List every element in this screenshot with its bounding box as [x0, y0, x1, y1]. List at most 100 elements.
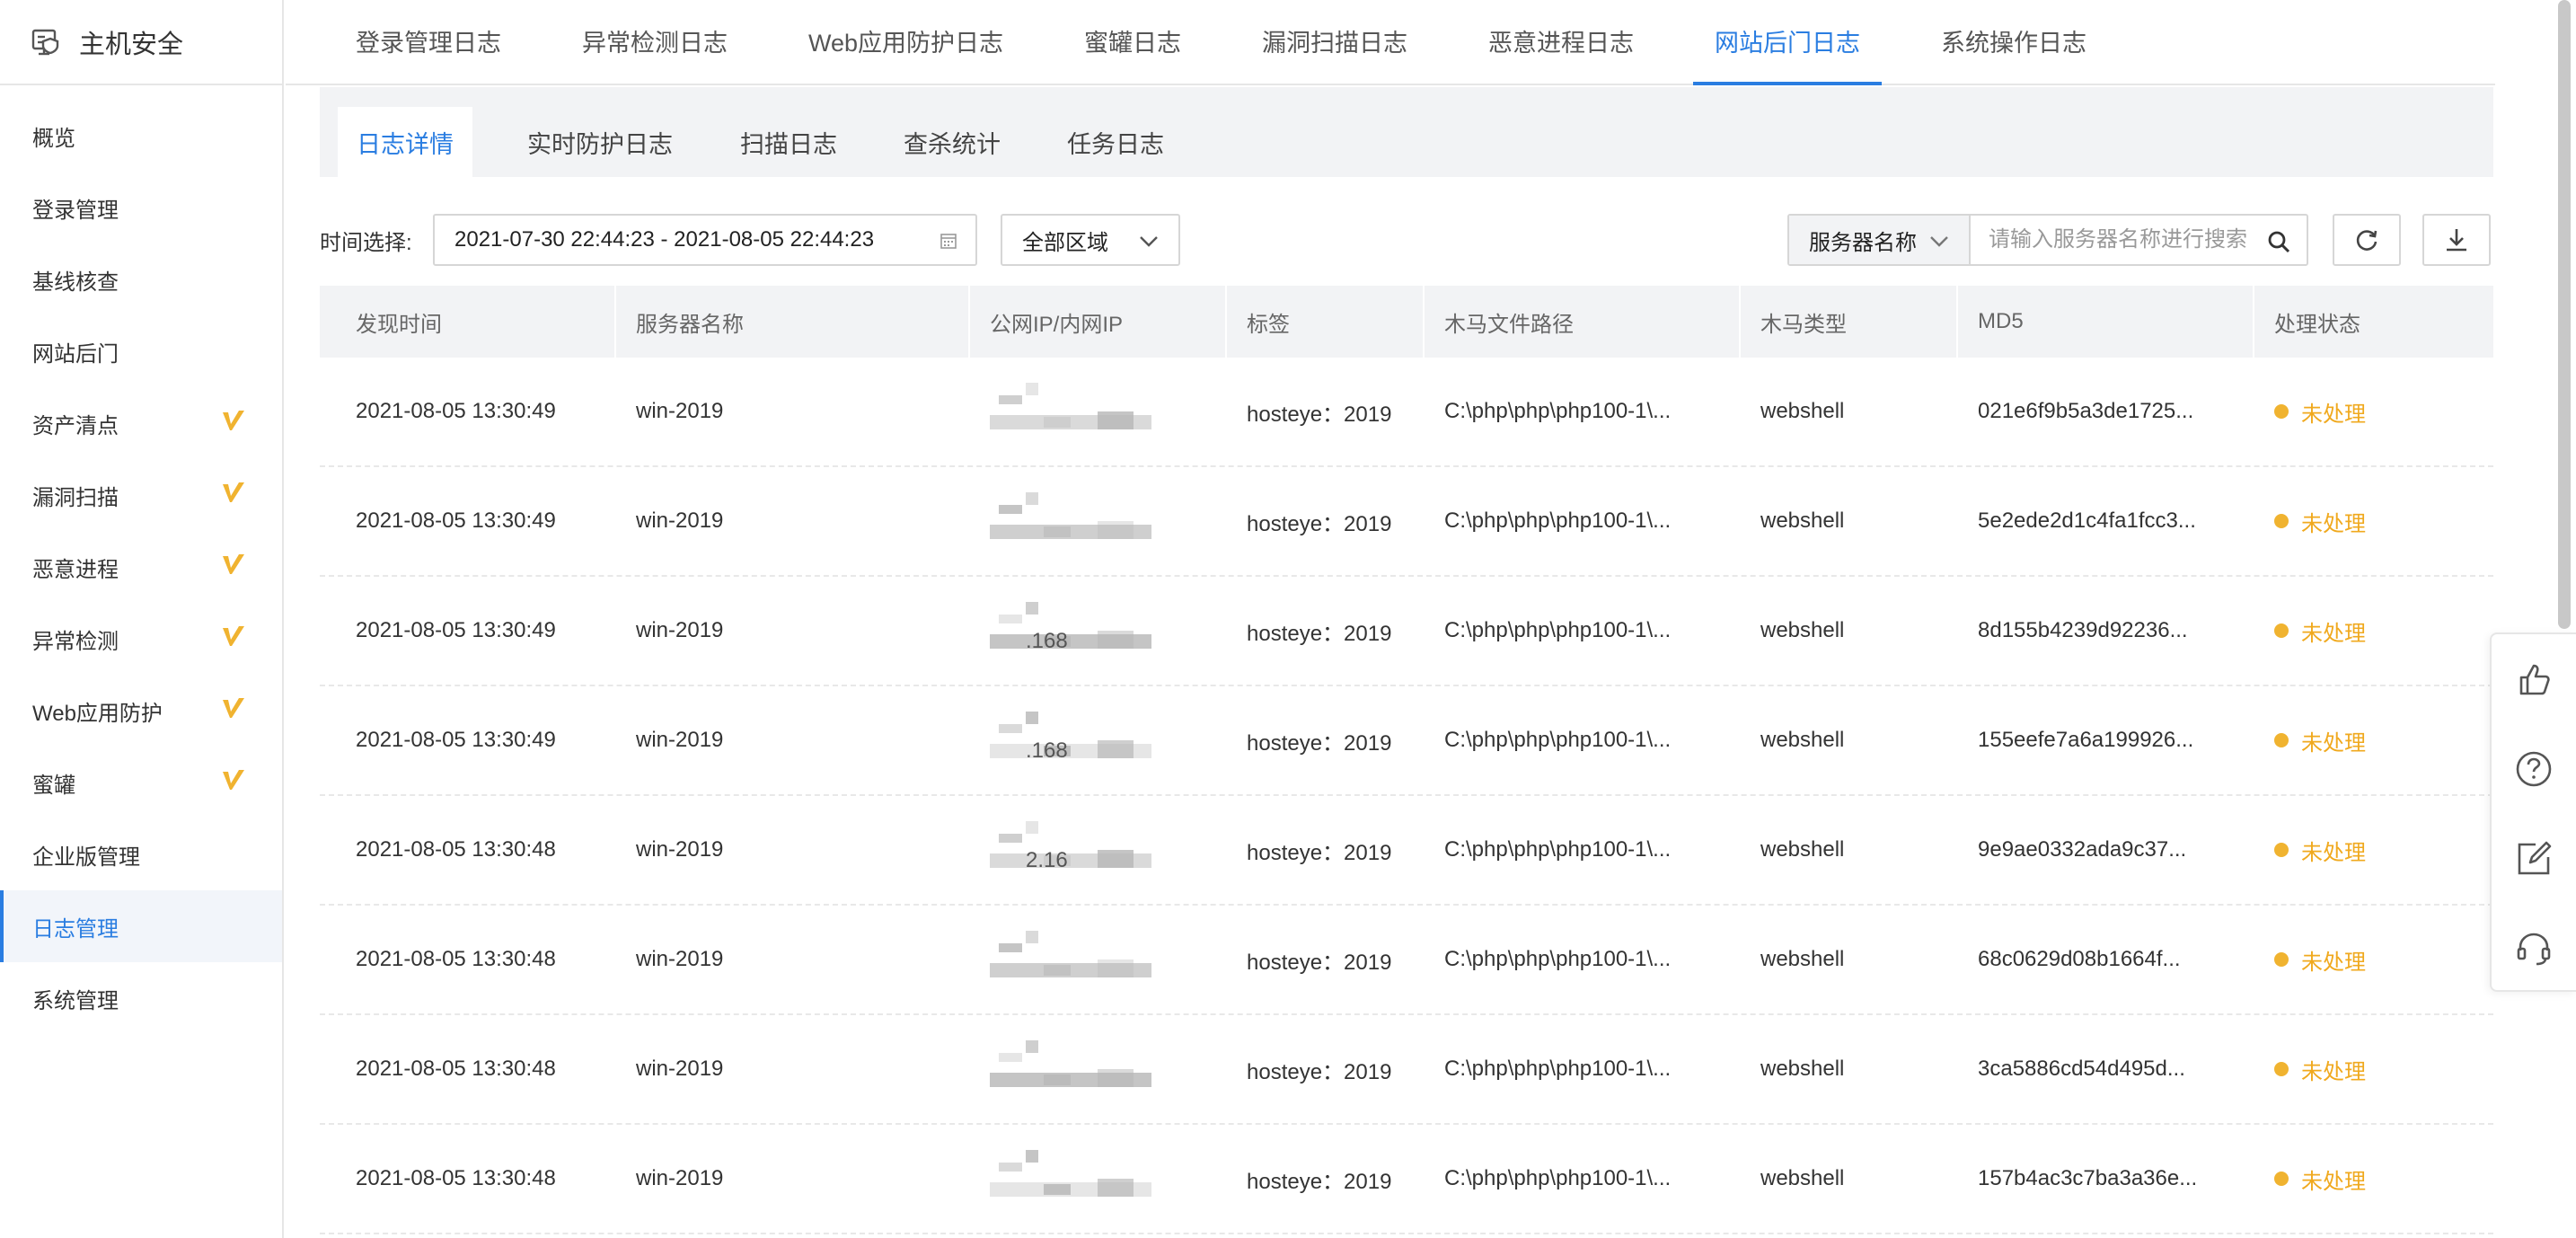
cell-server: win-2019	[636, 618, 724, 642]
date-range-picker[interactable]: 2021-07-30 22:44:23 - 2021-08-05 22:44:2…	[433, 214, 977, 266]
cell-md5: 5e2ede2d1c4fa1fcc3...	[1978, 508, 2196, 533]
table-row[interactable]: 2021-08-05 13:30:49 win-2019 .168 hosteye：2…	[320, 686, 2493, 796]
time-filter-label: 时间选择:	[320, 231, 412, 255]
search-icon[interactable]	[2267, 230, 2290, 253]
download-button[interactable]	[2422, 214, 2491, 266]
search-field-select[interactable]: 服务器名称	[1789, 216, 1971, 264]
chevron-down-icon	[1140, 236, 1158, 247]
cell-server: win-2019	[636, 947, 724, 971]
cell-md5: 155eefe7a6a199926...	[1978, 728, 2194, 752]
search-input[interactable]	[1971, 216, 2307, 264]
column-header-label: 服务器名称	[636, 312, 744, 337]
table-row[interactable]: 2021-08-05 13:30:48 win-2019 2.16 hosteye：2…	[320, 796, 2493, 906]
chevron-down-icon	[1930, 236, 1948, 247]
column-header-label: MD5	[1978, 309, 2024, 333]
status-badge: 未处理	[2274, 1054, 2366, 1085]
cell-status: 未处理	[2254, 358, 2493, 465]
cell-path: C:\php\php\php100-1\...	[1444, 947, 1672, 971]
sidebar-item[interactable]: 网站后门	[0, 315, 282, 387]
status-label: 未处理	[2301, 1059, 2366, 1084]
refresh-button[interactable]	[2333, 214, 2401, 266]
sidebar-item[interactable]: 异常检测	[0, 603, 282, 675]
sub-tab[interactable]: 任务日志	[1053, 107, 1178, 177]
cell-server: win-2019	[636, 837, 724, 862]
status-badge: 未处理	[2274, 944, 2366, 976]
table-row[interactable]: 2021-08-05 13:30:49 win-2019 hosteye：2019 C…	[320, 467, 2493, 577]
sub-tab[interactable]: 日志详情	[338, 107, 472, 177]
cell-ip	[970, 467, 1227, 575]
cell-path: C:\php\php\php100-1\...	[1444, 837, 1672, 862]
download-icon	[2447, 229, 2466, 252]
cell-ip: .168	[970, 577, 1227, 685]
column-header-label: 木马类型	[1760, 312, 1847, 337]
table-row[interactable]: 2021-08-05 13:30:48 win-2019 hosteye：2019 C…	[320, 906, 2493, 1015]
sub-tab[interactable]: 查杀统计	[889, 107, 1015, 177]
tab-log-type[interactable]: Web应用防护日志	[787, 0, 1025, 84]
cell-tag: hosteye：2019	[1247, 511, 1392, 536]
table-row[interactable]: 2021-08-05 13:30:49 win-2019 hosteye：2019 C…	[320, 358, 2493, 467]
tab-log-type[interactable]: 漏洞扫描日志	[1240, 0, 1429, 84]
help-icon	[2516, 751, 2552, 787]
cell-ip	[970, 1015, 1227, 1123]
cell-ip	[970, 1125, 1227, 1233]
sidebar-title: 主机安全	[79, 30, 184, 59]
table-row[interactable]: 2021-08-05 13:30:48 win-2019 hosteye：2019 C…	[320, 1015, 2493, 1125]
tab-log-type[interactable]: 登录管理日志	[334, 0, 523, 84]
tab-log-type[interactable]: 系统操作日志	[1919, 0, 2108, 84]
help-button[interactable]	[2492, 724, 2576, 814]
sidebar-item[interactable]: 蜜罐	[0, 747, 282, 818]
page-scrollbar[interactable]	[2558, 0, 2571, 629]
ip-fragment: 2.16	[1026, 848, 1068, 872]
tab-log-type[interactable]: 恶意进程日志	[1467, 0, 1655, 84]
status-dot	[2274, 843, 2289, 857]
log-type-tabs: 登录管理日志 异常检测日志 Web应用防护日志 蜜罐日志 漏洞扫描日志 恶意进程日志 网站后…	[286, 0, 2495, 85]
sidebar-item[interactable]: 恶意进程	[0, 531, 282, 603]
cell-path: C:\php\php\php100-1\...	[1444, 399, 1672, 423]
status-label: 未处理	[2301, 840, 2366, 865]
tab-log-type[interactable]: 网站后门日志	[1693, 0, 1883, 85]
sidebar-item[interactable]: 资产清点	[0, 387, 282, 459]
redacted-ip	[990, 1143, 1151, 1215]
sidebar-item[interactable]: 日志管理	[0, 890, 282, 962]
tab-log-type[interactable]: 蜜罐日志	[1063, 0, 1203, 84]
column-header: 木马类型	[1741, 286, 1958, 358]
cell-type: webshell	[1760, 837, 1845, 862]
sidebar-item-label: 资产清点	[32, 413, 119, 438]
status-dot	[2274, 404, 2289, 419]
like-button[interactable]	[2492, 634, 2576, 724]
sidebar: 主机安全 概览 登录管理 基线核查 网站后门资产清点漏洞扫描恶意进程 异常检测 Web应用…	[0, 0, 284, 1238]
cell-server: win-2019	[636, 1166, 724, 1190]
status-badge: 未处理	[2274, 396, 2366, 428]
sidebar-item[interactable]: Web应用防护	[0, 675, 282, 747]
cell-type: webshell	[1760, 728, 1845, 752]
redacted-ip: .168	[990, 704, 1151, 776]
cell-time: 2021-08-05 13:30:49	[356, 399, 556, 423]
refresh-icon	[2356, 230, 2378, 251]
sidebar-item[interactable]: 概览	[0, 100, 282, 172]
sidebar-item[interactable]: 系统管理	[0, 962, 282, 1034]
sidebar-item-label: 漏洞扫描	[32, 485, 119, 510]
log-table: 发现时间 服务器名称 公网IP/内网IP 标签 木马文件路径 木马类型 MD5 处理状态 20…	[320, 286, 2493, 1234]
sub-tab[interactable]: 扫描日志	[726, 107, 851, 177]
table-row[interactable]: 2021-08-05 13:30:48 win-2019 hosteye：2019 C…	[320, 1125, 2493, 1234]
sidebar-item[interactable]: 登录管理	[0, 172, 282, 243]
region-select[interactable]: 全部区域	[1001, 214, 1180, 266]
sidebar-item[interactable]: 企业版管理	[0, 818, 282, 890]
app-window: 主机安全 概览 登录管理 基线核查 网站后门 资产清点 漏洞扫描 恶意进程 异常检测 Web应用…	[0, 0, 2576, 1238]
status-dot	[2274, 514, 2289, 528]
premium-v-icon	[223, 698, 244, 718]
sub-tab[interactable]: 实时防护日志	[501, 107, 699, 177]
status-label: 未处理	[2301, 511, 2366, 536]
feedback-button[interactable]	[2492, 814, 2576, 904]
cell-server: win-2019	[636, 508, 724, 533]
cell-status: 未处理	[2254, 467, 2493, 575]
column-header-label: 标签	[1247, 312, 1290, 337]
support-button[interactable]	[2492, 904, 2576, 994]
sidebar-item[interactable]: 漏洞扫描	[0, 459, 282, 531]
column-header-label: 处理状态	[2274, 312, 2360, 337]
table-row[interactable]: 2021-08-05 13:30:49 win-2019 .168 hosteye：2…	[320, 577, 2493, 686]
cell-type: webshell	[1760, 399, 1845, 423]
tab-log-type[interactable]: 异常检测日志	[560, 0, 749, 84]
sidebar-item[interactable]: 基线核查	[0, 243, 282, 315]
server-search: 服务器名称	[1787, 214, 2308, 266]
